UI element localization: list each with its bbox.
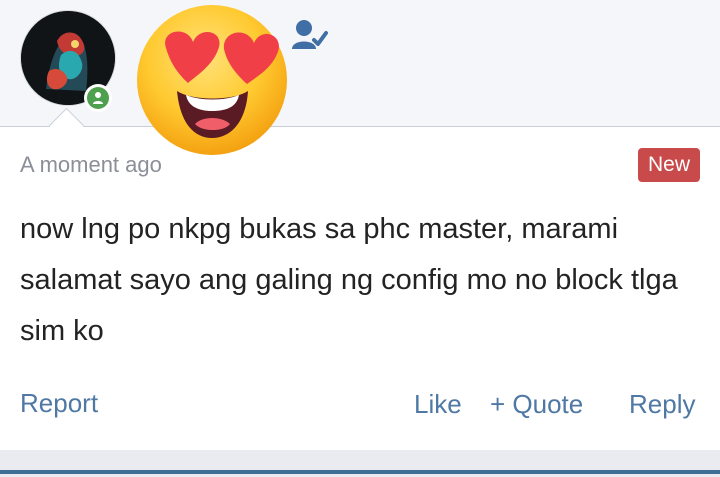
online-status-icon [87, 87, 109, 109]
bottom-divider [0, 450, 720, 477]
online-status-badge [84, 84, 112, 112]
accent-line [0, 470, 720, 474]
reply-button[interactable]: Reply [629, 389, 695, 420]
like-button[interactable]: Like [414, 389, 462, 420]
report-link[interactable]: Report [20, 388, 98, 419]
quote-button[interactable]: + Quote [490, 389, 583, 420]
user-check-icon[interactable] [290, 18, 328, 52]
post-message: now lng po nkpg bukas sa phc master, mar… [20, 213, 678, 347]
heart-eyes-emoji [137, 5, 287, 155]
new-badge: New [638, 148, 700, 182]
